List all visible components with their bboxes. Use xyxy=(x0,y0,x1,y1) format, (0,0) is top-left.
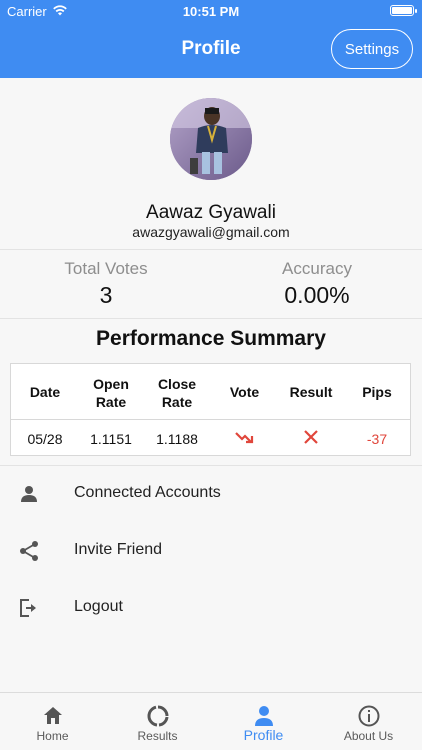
total-votes-value: 3 xyxy=(99,282,113,308)
column-header-result: Result xyxy=(289,384,333,400)
column-header-close-rate-line2: Rate xyxy=(161,394,193,410)
table-header: Date Open Rate Close Rate Vote Result Pi… xyxy=(11,364,410,420)
trend-down-icon xyxy=(217,430,272,449)
total-votes-label: Total Votes xyxy=(64,259,148,278)
column-header-open-rate-line2: Rate xyxy=(95,394,127,410)
tab-home[interactable]: Home xyxy=(0,693,105,750)
settings-button[interactable]: Settings xyxy=(331,29,413,69)
battery-icon xyxy=(390,5,417,16)
avatar[interactable] xyxy=(170,98,252,180)
profile-email: awazgyawali@gmail.com xyxy=(132,224,290,240)
tab-about-us[interactable]: About Us xyxy=(316,693,421,750)
column-header-vote: Vote xyxy=(229,384,260,400)
results-icon xyxy=(146,704,170,728)
menu-item-invite-friend[interactable]: Invite Friend xyxy=(0,527,422,577)
column-header-open-rate-line1: Open xyxy=(93,376,129,392)
performance-table: Date Open Rate Close Rate Vote Result Pi… xyxy=(10,363,411,456)
row-pips: -37 xyxy=(366,431,388,447)
column-header-open-rate: Open Rate xyxy=(81,375,141,411)
column-header-pips: Pips xyxy=(362,384,392,400)
tab-results[interactable]: Results xyxy=(105,693,210,750)
tab-label: Results xyxy=(137,729,178,743)
profile-name: Aawaz Gyawali xyxy=(146,202,276,223)
tab-label: About Us xyxy=(343,729,394,743)
person-icon xyxy=(18,483,40,505)
tab-bar: Home Results Profile About Us xyxy=(0,692,422,750)
tab-profile[interactable]: Profile xyxy=(211,693,316,750)
row-open-rate: 1.1151 xyxy=(90,431,132,447)
accuracy-label: Accuracy xyxy=(282,259,352,278)
accuracy-value: 0.00% xyxy=(284,282,350,308)
status-bar: Carrier 10:51 PM xyxy=(0,0,422,22)
share-icon xyxy=(18,540,40,562)
column-header-close-rate-line1: Close xyxy=(157,376,197,392)
menu-label: Logout xyxy=(74,598,123,615)
menu-label: Connected Accounts xyxy=(74,484,221,501)
divider xyxy=(0,465,422,466)
divider xyxy=(0,249,422,250)
menu-item-logout[interactable]: Logout xyxy=(0,584,422,634)
column-header-date: Date xyxy=(29,384,61,400)
menu-label: Invite Friend xyxy=(74,541,163,558)
cross-icon xyxy=(281,429,341,448)
tab-label: Profile xyxy=(243,727,284,743)
performance-summary-title: Performance Summary xyxy=(96,327,326,350)
tab-label: Home xyxy=(36,729,69,743)
profile-icon xyxy=(252,704,276,728)
info-icon xyxy=(357,704,381,728)
row-close-rate: 1.1188 xyxy=(156,431,198,447)
menu-item-connected-accounts[interactable]: Connected Accounts xyxy=(0,470,422,520)
clock: 10:51 PM xyxy=(182,4,240,19)
row-date: 05/28 xyxy=(27,431,63,447)
home-icon xyxy=(41,704,65,728)
divider xyxy=(0,318,422,319)
column-header-close-rate: Close Rate xyxy=(147,375,207,411)
header-bar: Carrier 10:51 PM Profile Settings xyxy=(0,0,422,78)
logout-icon xyxy=(18,597,40,619)
